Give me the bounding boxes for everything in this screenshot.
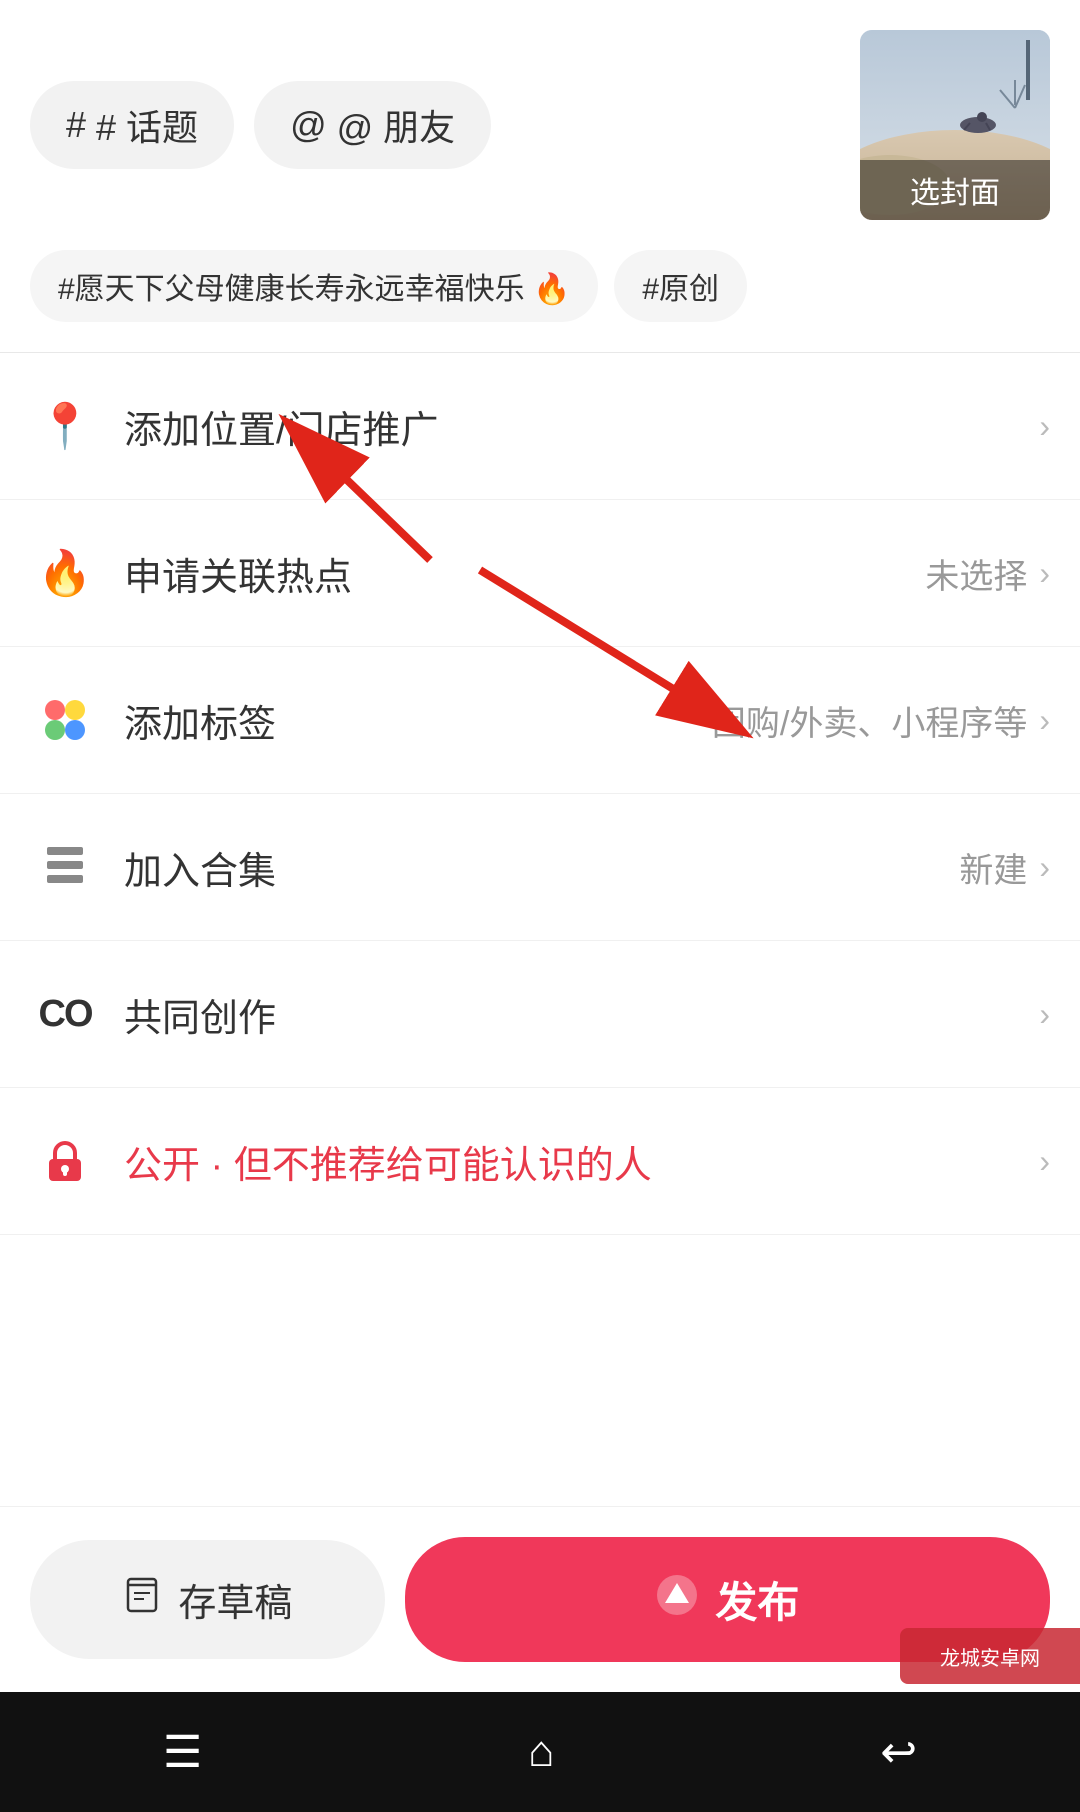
privacy-chevron: ›: [1039, 1143, 1050, 1180]
cover-button[interactable]: 选封面: [860, 30, 1050, 220]
tag-text-0: #愿天下父母健康长寿永远幸福快乐 🔥: [58, 264, 570, 308]
nav-home-icon[interactable]: ⌂: [528, 1727, 555, 1777]
publish-icon: [655, 1573, 699, 1627]
co-create-chevron: ›: [1039, 996, 1050, 1033]
nav-back-icon[interactable]: ↩: [880, 1727, 917, 1778]
toolbar-row: # # 话题 @ @ 朋友: [30, 30, 1050, 220]
hashtag-icon: #: [66, 104, 86, 146]
watermark-text: 龙城安卓网: [940, 1642, 1040, 1671]
hotspot-icon: 🔥: [30, 538, 100, 608]
publish-label: 发布: [715, 1569, 799, 1630]
collection-value: 新建: [959, 843, 1027, 892]
draft-icon: [122, 1575, 162, 1625]
menu-list: 📍 添加位置/门店推广 › 🔥 申请关联热点 未选择 › 添加标签 团购/外卖、…: [0, 353, 1080, 1235]
menu-item-location[interactable]: 📍 添加位置/门店推广 ›: [0, 353, 1080, 500]
top-section: # # 话题 @ @ 朋友: [0, 0, 1080, 322]
location-icon: 📍: [30, 391, 100, 461]
co-create-icon: CO: [30, 979, 100, 1049]
hotspot-value: 未选择: [925, 549, 1027, 598]
menu-item-hotspot[interactable]: 🔥 申请关联热点 未选择 ›: [0, 500, 1080, 647]
mention-label: @ 朋友: [337, 99, 456, 151]
tags-value: 团购/外卖、小程序等: [712, 696, 1027, 745]
location-label: 添加位置/门店推广: [124, 399, 1039, 454]
tags-icon: [30, 685, 100, 755]
watermark: 龙城安卓网: [900, 1628, 1080, 1684]
menu-item-tags[interactable]: 添加标签 团购/外卖、小程序等 ›: [0, 647, 1080, 794]
nav-bar: ☰ ⌂ ↩: [0, 1692, 1080, 1812]
co-create-label: 共同创作: [124, 987, 1039, 1042]
privacy-label: 公开 · 但不推荐给可能认识的人: [124, 1134, 1039, 1189]
draft-label: 存草稿: [178, 1572, 292, 1627]
hashtag-button[interactable]: # # 话题: [30, 81, 234, 169]
hotspot-chevron: ›: [1039, 555, 1050, 592]
tags-chevron: ›: [1039, 702, 1050, 739]
collection-chevron: ›: [1039, 849, 1050, 886]
nav-menu-icon[interactable]: ☰: [163, 1727, 202, 1778]
hashtag-label: # 话题: [96, 99, 198, 151]
tag-item-1[interactable]: #原创: [614, 250, 747, 322]
menu-item-co-create[interactable]: CO 共同创作 ›: [0, 941, 1080, 1088]
tag-text-1: #原创: [642, 264, 719, 308]
hotspot-label: 申请关联热点: [124, 546, 925, 601]
tag-item-0[interactable]: #愿天下父母健康长寿永远幸福快乐 🔥: [30, 250, 598, 322]
tags-label: 添加标签: [124, 693, 712, 748]
collection-label: 加入合集: [124, 840, 959, 895]
menu-item-collection[interactable]: 加入合集 新建 ›: [0, 794, 1080, 941]
collection-icon: [30, 832, 100, 902]
draft-button[interactable]: 存草稿: [30, 1540, 385, 1659]
menu-item-privacy[interactable]: 公开 · 但不推荐给可能认识的人 ›: [0, 1088, 1080, 1235]
location-chevron: ›: [1039, 408, 1050, 445]
cover-label: 选封面: [860, 160, 1050, 220]
mention-button[interactable]: @ @ 朋友: [254, 81, 491, 169]
mention-icon: @: [290, 104, 327, 146]
tags-row: #愿天下父母健康长寿永远幸福快乐 🔥 #原创: [30, 250, 1050, 322]
privacy-lock-icon: [30, 1126, 100, 1196]
